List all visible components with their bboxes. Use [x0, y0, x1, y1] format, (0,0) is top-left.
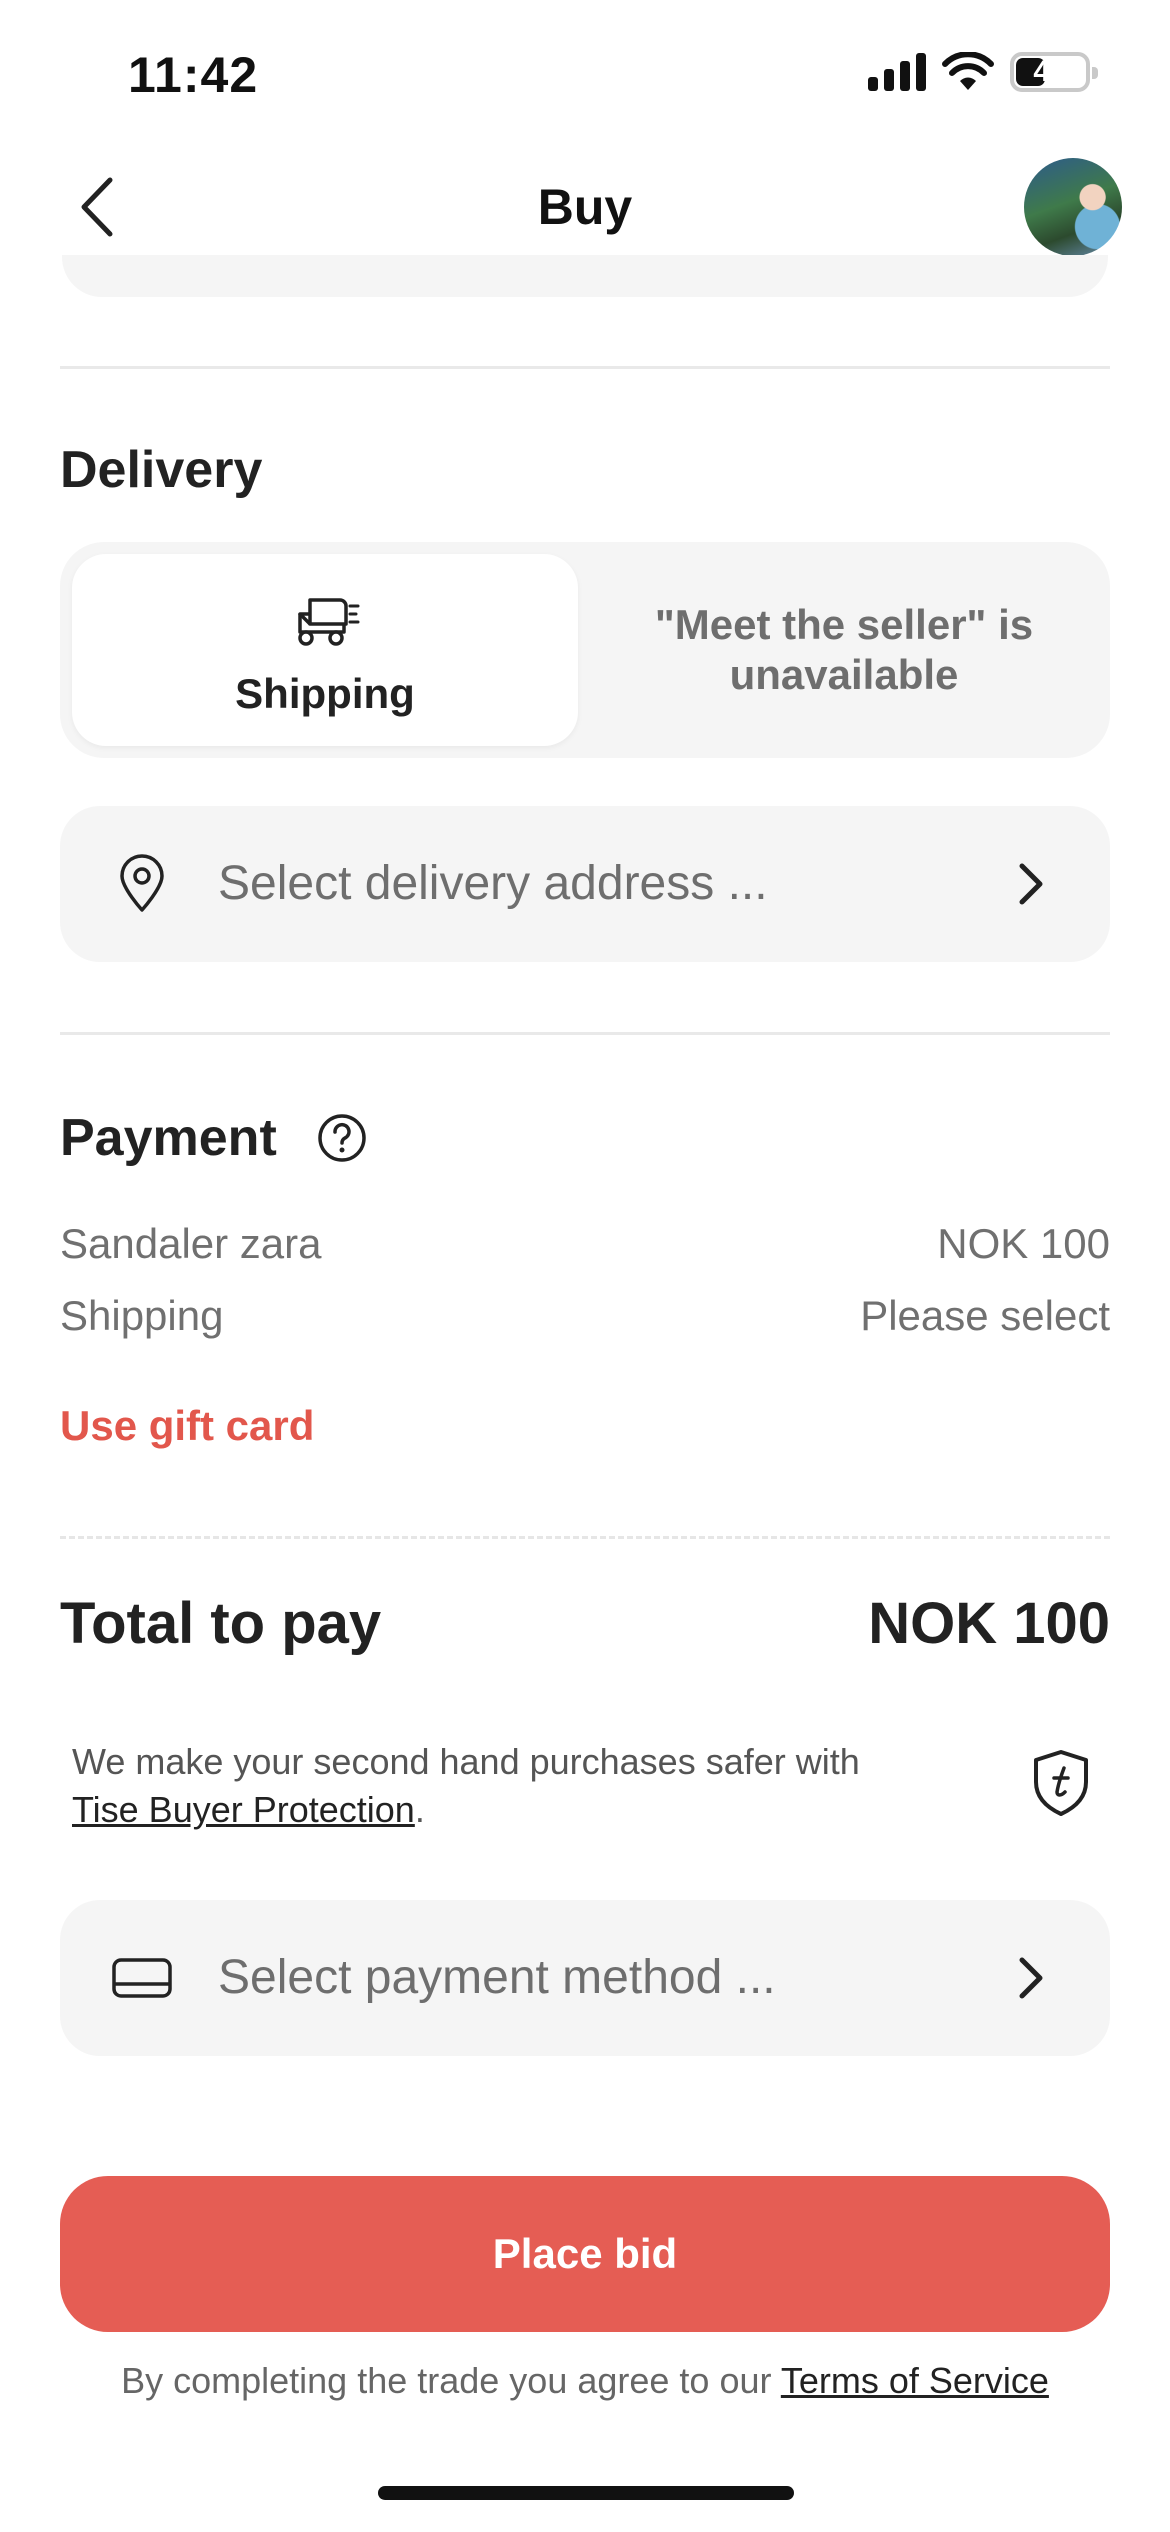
buyer-protection-text: We make your second hand purchases safer…	[72, 1741, 860, 1830]
status-time: 11:42	[128, 47, 259, 103]
item-price: NOK 100	[937, 1220, 1110, 1267]
place-bid-button[interactable]: Place bid	[60, 2176, 1110, 2332]
delivery-method-selector: Shipping "Meet the seller" is unavailabl…	[60, 542, 1110, 758]
section-divider	[60, 1032, 1110, 1035]
shipping-van-icon	[298, 598, 360, 646]
total-label: Total to pay	[60, 1591, 382, 1656]
use-gift-card-link[interactable]: Use gift card	[60, 1402, 314, 1450]
buyer-protection-link[interactable]: Tise Buyer Protection	[72, 1789, 415, 1830]
payment-method-selector[interactable]: Select payment method ...	[60, 1900, 1110, 2056]
shipping-price-row: Shipping Please select	[60, 1292, 1110, 1340]
payment-method-placeholder: Select payment method ...	[218, 1951, 776, 2004]
chevron-right-icon	[1019, 1957, 1043, 1999]
battery-level: 40	[1033, 55, 1067, 88]
shield-icon	[1034, 1750, 1088, 1816]
terms-of-service-link[interactable]: Terms of Service	[781, 2360, 1049, 2401]
total-value: NOK 100	[868, 1591, 1110, 1656]
shipping-option[interactable]: Shipping	[72, 554, 578, 746]
page-title: Buy	[537, 179, 633, 235]
delivery-address-placeholder: Select delivery address ...	[218, 857, 768, 910]
item-price-row: Sandaler zara NOK 100	[60, 1220, 1110, 1268]
status-icons: 40	[868, 52, 1098, 92]
section-divider	[60, 366, 1110, 369]
battery-icon: 40	[1010, 52, 1098, 92]
help-question-icon[interactable]	[316, 1112, 368, 1164]
location-pin-icon	[120, 854, 164, 912]
previous-card-edge	[62, 255, 1108, 297]
cellular-signal-icon	[868, 53, 926, 91]
total-row: Total to pay NOK 100	[60, 1590, 1110, 1657]
user-avatar[interactable]	[1024, 158, 1122, 256]
nav-header: Buy	[0, 150, 1170, 270]
home-indicator[interactable]	[378, 2486, 794, 2500]
payment-title: Payment	[60, 1109, 277, 1167]
terms-notice: By completing the trade you agree to our…	[121, 2360, 1049, 2401]
delivery-title: Delivery	[60, 441, 263, 499]
dashed-divider	[60, 1536, 1110, 1539]
credit-card-icon	[112, 1958, 172, 1998]
wifi-icon	[942, 52, 994, 90]
shipping-option-label: Shipping	[235, 670, 415, 717]
shipping-label: Shipping	[60, 1292, 224, 1339]
item-name: Sandaler zara	[60, 1220, 322, 1267]
delivery-address-selector[interactable]: Select delivery address ...	[60, 806, 1110, 962]
status-bar: 11:42 40	[0, 0, 1170, 150]
shipping-value: Please select	[860, 1292, 1110, 1339]
meet-seller-option: "Meet the seller" is unavailable	[654, 601, 1034, 698]
buy-screen: 11:42 40 Buy Delivery Shipping "Meet the…	[0, 0, 1170, 2532]
chevron-right-icon	[1019, 863, 1043, 905]
